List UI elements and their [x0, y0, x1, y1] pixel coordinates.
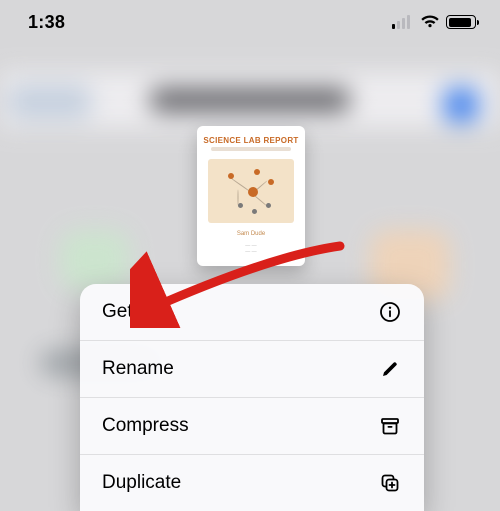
duplicate-icon: [378, 471, 402, 495]
menu-item-get-info[interactable]: Get Info: [80, 284, 424, 340]
menu-item-label: Duplicate: [102, 472, 181, 494]
document-thumbnail[interactable]: SCIENCE LAB REPORT Sam Dude — —— —: [197, 126, 305, 266]
cellular-icon: [392, 15, 414, 29]
archivebox-icon: [378, 414, 402, 438]
pencil-icon: [378, 357, 402, 381]
status-bar: 1:38: [0, 0, 500, 44]
document-author: Sam Dude: [237, 231, 265, 239]
document-meta-lines: — —— —: [245, 243, 256, 255]
menu-item-label: Get Info: [102, 301, 170, 323]
menu-item-label: Compress: [102, 415, 189, 437]
menu-item-compress[interactable]: Compress: [80, 397, 424, 454]
wifi-icon: [420, 15, 440, 29]
document-subtitle-line: [211, 147, 291, 151]
info-circle-icon: [378, 300, 402, 324]
context-menu: Get Info Rename Compress Duplicate: [80, 284, 424, 511]
menu-item-label: Rename: [102, 358, 174, 380]
document-artwork: [208, 159, 294, 223]
menu-item-duplicate[interactable]: Duplicate: [80, 454, 424, 511]
document-title: SCIENCE LAB REPORT: [203, 136, 298, 145]
menu-item-rename[interactable]: Rename: [80, 340, 424, 397]
status-indicators: [392, 15, 476, 29]
status-time: 1:38: [28, 12, 65, 33]
battery-icon: [446, 15, 476, 29]
